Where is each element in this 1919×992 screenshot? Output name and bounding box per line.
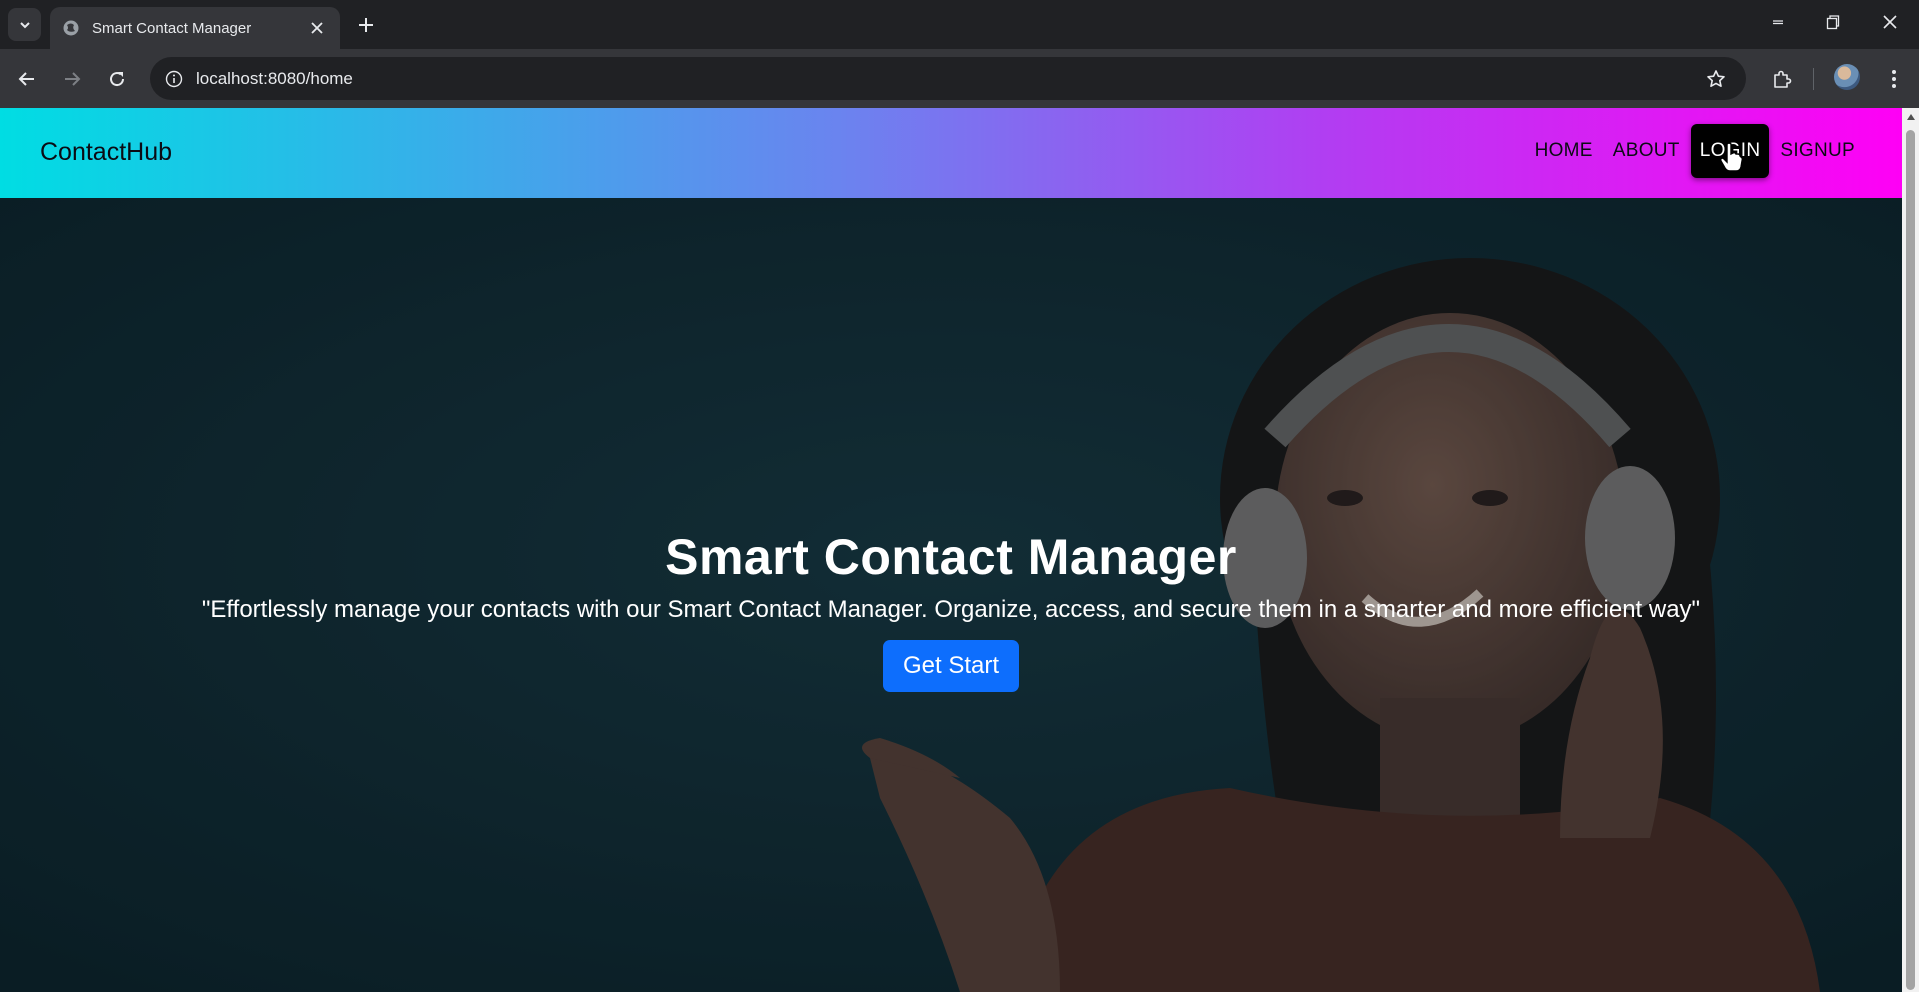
- browser-tab[interactable]: Smart Contact Manager: [50, 7, 340, 49]
- close-window-button[interactable]: [1870, 8, 1910, 36]
- site-brand[interactable]: ContactHub: [40, 138, 172, 167]
- arrow-left-icon: [18, 72, 34, 86]
- hero-content: Smart Contact Manager "Effortlessly mana…: [0, 528, 1902, 692]
- reload-button[interactable]: [101, 63, 133, 95]
- nav-signup-link[interactable]: SIGNUP: [1771, 124, 1864, 178]
- page-scrollbar[interactable]: [1902, 108, 1919, 992]
- new-tab-button[interactable]: [352, 11, 380, 39]
- tab-title: Smart Contact Manager: [92, 19, 252, 37]
- puzzle-icon: [1774, 70, 1792, 88]
- site-navbar: ContactHub HOME ABOUT LOGIN SIGNUP: [0, 108, 1902, 198]
- kebab-icon: [1892, 70, 1896, 88]
- chevron-down-icon: [19, 21, 30, 28]
- hero-section: Smart Contact Manager "Effortlessly mana…: [0, 198, 1902, 992]
- globe-icon: [62, 19, 80, 37]
- reload-icon: [110, 72, 125, 87]
- arrow-right-icon: [65, 72, 81, 86]
- restore-icon: [1826, 15, 1840, 30]
- page-viewport: ContactHub HOME ABOUT LOGIN SIGNUP: [0, 108, 1902, 992]
- nav-home-link[interactable]: HOME: [1526, 124, 1602, 178]
- tune-icon[interactable]: [162, 67, 186, 91]
- address-bar[interactable]: localhost:8080/home: [150, 57, 1746, 100]
- star-icon[interactable]: [1700, 63, 1732, 95]
- scroll-up-arrow[interactable]: [1902, 108, 1919, 125]
- hero-title: Smart Contact Manager: [665, 529, 1237, 585]
- hand-cursor-icon: [1720, 142, 1743, 172]
- hero-subtitle: "Effortlessly manage your contacts with …: [201, 596, 1701, 623]
- tab-close-button[interactable]: [306, 17, 328, 39]
- nav-about-link[interactable]: ABOUT: [1604, 124, 1689, 178]
- browser-toolbar: localhost:8080/home: [0, 49, 1919, 108]
- forward-button[interactable]: [56, 63, 88, 95]
- extensions-button[interactable]: [1766, 63, 1798, 95]
- tab-strip: Smart Contact Manager: [0, 0, 1919, 49]
- toolbar-separator: [1813, 68, 1814, 90]
- nav-links: HOME ABOUT LOGIN SIGNUP: [1526, 123, 1864, 179]
- tab-search-button[interactable]: [8, 8, 41, 41]
- plus-icon: [359, 18, 373, 32]
- back-button[interactable]: [11, 63, 43, 95]
- minimize-icon: [1773, 20, 1783, 25]
- minimize-button[interactable]: [1758, 8, 1798, 36]
- browser-menu-button[interactable]: [1878, 63, 1910, 95]
- browser-window: Smart Contact Manager localhost:8080/hom…: [0, 0, 1919, 992]
- close-icon: [1883, 15, 1897, 29]
- url-text: localhost:8080/home: [196, 68, 353, 88]
- get-start-button[interactable]: Get Start: [882, 640, 1020, 692]
- close-icon: [311, 22, 323, 34]
- restore-button[interactable]: [1813, 8, 1853, 36]
- profile-avatar[interactable]: [1834, 64, 1860, 90]
- triangle-up-icon: [1906, 113, 1915, 120]
- scroll-thumb[interactable]: [1906, 130, 1915, 990]
